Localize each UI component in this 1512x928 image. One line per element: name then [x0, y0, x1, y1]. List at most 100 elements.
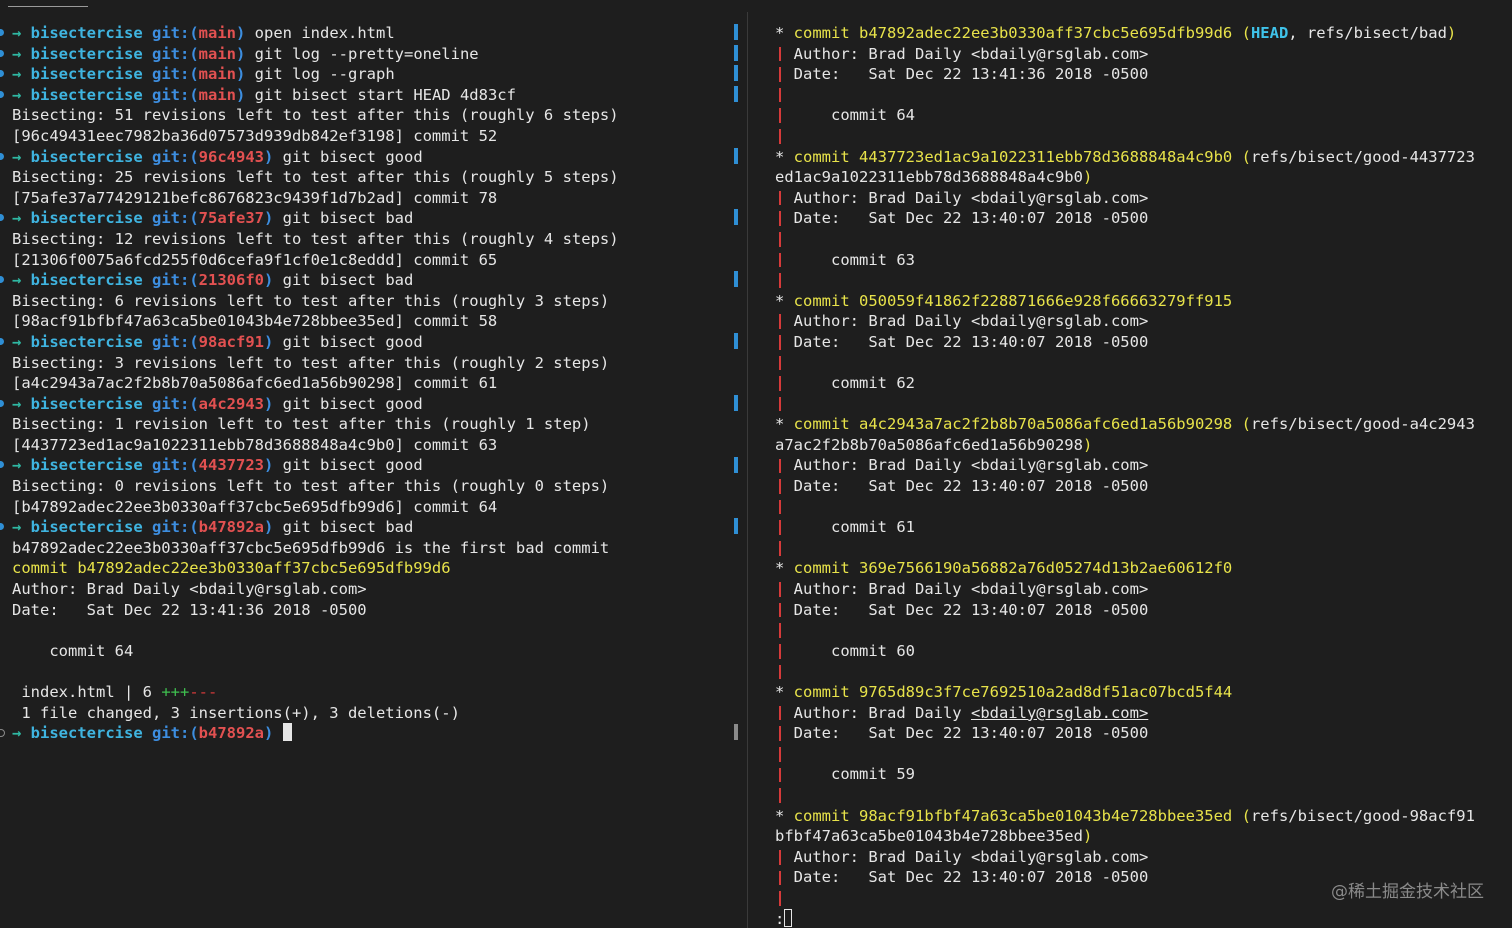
log-detail-line: commit 61	[749, 517, 1512, 538]
pager-prompt: :	[775, 909, 785, 928]
prompt-directory: bisectercise	[30, 85, 152, 104]
prompt-command: git log --graph	[245, 65, 395, 84]
log-detail-line	[749, 620, 1512, 641]
log-detail-text: Date: Sat Dec 22 13:40:07 2018 -0500	[793, 868, 1149, 887]
graph-node-icon: *	[775, 147, 794, 166]
block-cursor-icon[interactable]	[784, 908, 793, 927]
graph-indent	[775, 868, 794, 886]
log-ref-wrap-line: bfbf47a63ca5be01043b4e728bbee35ed)	[749, 826, 1512, 847]
arrow-right-icon: →	[12, 394, 31, 413]
log-commit-line: * commit b47892adec22ee3b0330aff37cbc5e6…	[749, 23, 1512, 44]
prompt-git-label: git:(	[152, 65, 199, 84]
output-text: [a4c2943a7ac2f2b8b70a5086afc6ed1a56b9029…	[12, 374, 498, 393]
log-detail-line	[749, 785, 1512, 806]
log-detail-text: commit 64	[793, 106, 915, 125]
log-detail-line	[749, 85, 1512, 106]
graph-indent	[775, 86, 794, 104]
output-line: [b47892adec22ee3b0330aff37cbc5e695dfb99d…	[0, 497, 746, 518]
scroll-mark[interactable]	[734, 44, 738, 61]
scrollbar-marks[interactable]	[734, 22, 738, 742]
prompt-command: git bisect good	[273, 456, 423, 475]
log-detail-line: commit 64	[749, 105, 1512, 126]
commit-header-line: commit b47892adec22ee3b0330aff37cbc5e695…	[0, 558, 746, 579]
prompt-git-label: git:(	[152, 332, 199, 351]
log-detail-line: Author: Brad Daily <bdaily@rsglab.com>	[749, 44, 1512, 65]
log-detail-line	[749, 744, 1512, 765]
graph-indent	[775, 312, 794, 330]
log-detail-line	[749, 497, 1512, 518]
arrow-right-icon: →	[12, 518, 31, 537]
output-text: Bisecting: 25 revisions left to test aft…	[12, 168, 619, 187]
scroll-mark[interactable]	[734, 85, 738, 102]
log-detail-line	[749, 126, 1512, 147]
scroll-mark[interactable]	[734, 518, 738, 535]
ref-close: )	[1082, 168, 1093, 187]
output-line: Bisecting: 6 revisions left to test afte…	[0, 291, 746, 312]
scroll-mark[interactable]	[734, 333, 738, 349]
prompt-marker-icon	[0, 70, 4, 78]
prompt-command: git bisect bad	[273, 209, 414, 228]
graph-indent	[775, 251, 794, 269]
prompt-command: git bisect good	[273, 147, 423, 166]
log-detail-text: commit 61	[793, 518, 915, 537]
output-line: Bisecting: 3 revisions left to test afte…	[0, 353, 746, 374]
pane-divider[interactable]	[747, 12, 748, 928]
diffstat-deletions: ---	[189, 683, 218, 701]
diffstat-insertions: +++	[161, 683, 190, 701]
prompt-branch: 21306f0	[198, 271, 264, 290]
output-text: [75afe37a77429121befc8676823c9439f1d7b2a…	[12, 188, 498, 207]
prompt-line: → bisectercise git:(98acf91) git bisect …	[0, 332, 746, 353]
output-line: Bisecting: 0 revisions left to test afte…	[0, 476, 746, 497]
right-terminal-pane[interactable]: * commit b47892adec22ee3b0330aff37cbc5e6…	[749, 0, 1512, 928]
graph-indent	[775, 271, 794, 289]
output-text: [4437723ed1ac9a1022311ebb78d3688848a4c9b…	[12, 435, 498, 454]
log-detail-line: Date: Sat Dec 22 13:40:07 2018 -0500	[749, 208, 1512, 229]
log-detail-text: Author: Brad Daily <bdaily@rsglab.com>	[793, 847, 1149, 866]
prompt-git-label: git:(	[152, 724, 199, 743]
prompt-marker-icon	[0, 461, 4, 469]
prompt-git-close: )	[236, 65, 246, 84]
log-detail-line	[749, 270, 1512, 291]
author-email-link[interactable]: <bdaily@rsglab.com>	[971, 704, 1148, 722]
prompt-branch: 96c4943	[198, 147, 264, 166]
log-detail-text: Author: Brad Daily <bdaily@rsglab.com>	[793, 44, 1149, 63]
graph-indent	[775, 580, 794, 598]
graph-indent	[775, 662, 794, 680]
prompt-git-close: )	[236, 85, 246, 104]
bisect-ref-continuation: a7ac2f2b8b70a5086afc6ed1a56b90298	[775, 435, 1083, 454]
output-text: Bisecting: 1 revision left to test after…	[12, 415, 591, 434]
scroll-mark[interactable]	[734, 65, 738, 82]
scroll-mark[interactable]	[734, 456, 738, 473]
graph-node-icon: *	[775, 806, 794, 825]
log-detail-text: Author: Brad Daily <bdaily@rsglab.com>	[793, 580, 1149, 599]
scroll-mark[interactable]	[734, 209, 738, 226]
output-text: 1 file changed, 3 insertions(+), 3 delet…	[12, 703, 460, 722]
bisect-ref: refs/bisect/good-4437723	[1250, 147, 1475, 166]
prompt-branch: 98acf91	[198, 332, 264, 351]
log-detail-text: Author: Brad Daily <bdaily@rsglab.com>	[793, 456, 1149, 475]
prompt-directory: bisectercise	[30, 518, 152, 537]
prompt-directory: bisectercise	[30, 271, 152, 290]
right-git-log-output: * commit b47892adec22ee3b0330aff37cbc5e6…	[749, 23, 1512, 928]
log-commit-hash: commit 9765d89c3f7ce7692510a2ad8df51ac07…	[793, 683, 1233, 701]
scroll-mark[interactable]	[734, 271, 738, 288]
scroll-mark[interactable]	[734, 394, 738, 411]
scroll-mark[interactable]	[734, 724, 738, 741]
log-ref-wrap-line: a7ac2f2b8b70a5086afc6ed1a56b90298)	[749, 435, 1512, 456]
prompt-directory: bisectercise	[30, 65, 152, 84]
ref-open: (	[1232, 24, 1251, 42]
scroll-mark[interactable]	[734, 24, 738, 40]
output-line: Date: Sat Dec 22 13:41:36 2018 -0500	[0, 600, 746, 621]
prompt-directory: bisectercise	[30, 24, 152, 42]
prompt-command: git bisect start HEAD 4d83cf	[245, 85, 516, 104]
current-prompt-line: → bisectercise git:(b47892a)	[0, 723, 746, 744]
log-commit-line: * commit 4437723ed1ac9a1022311ebb78d3688…	[749, 147, 1512, 168]
log-commit-line: * commit a4c2943a7ac2f2b8b70a5086afc6ed1…	[749, 414, 1512, 435]
prompt-line: → bisectercise git:(main) git log --pret…	[0, 44, 746, 65]
log-detail-line: Author: Brad Daily <bdaily@rsglab.com>	[749, 455, 1512, 476]
scroll-mark[interactable]	[734, 147, 738, 164]
block-cursor-icon[interactable]	[282, 723, 292, 742]
prompt-directory: bisectercise	[30, 44, 152, 63]
prompt-git-label: git:(	[152, 271, 199, 290]
left-terminal-pane[interactable]: → bisectercise git:(main) open index.htm…	[0, 0, 746, 928]
